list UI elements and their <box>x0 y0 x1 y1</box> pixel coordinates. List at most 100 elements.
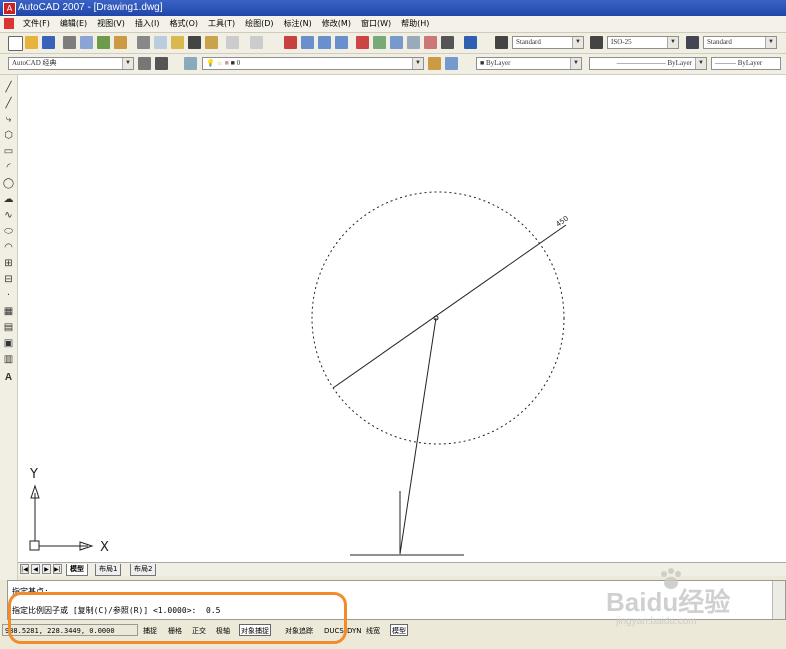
color-select[interactable]: ■ ByLayer ▼ <box>476 57 582 70</box>
zoom-previous-icon[interactable] <box>335 36 348 49</box>
tool-palettes-icon[interactable] <box>390 36 403 49</box>
status-toggle[interactable]: 线宽 <box>364 624 382 636</box>
menu-tools[interactable]: 工具(T) <box>203 18 240 30</box>
menu-file[interactable]: 文件(F) <box>18 18 55 30</box>
status-toggle[interactable]: 栅格 <box>166 624 184 636</box>
copy-icon[interactable] <box>154 36 167 49</box>
open-icon[interactable] <box>25 36 38 49</box>
menu-modify[interactable]: 修改(M) <box>317 18 356 30</box>
linetype-select[interactable]: ——————— ByLayer ▼ <box>589 57 707 70</box>
make-current-layer-icon[interactable] <box>428 57 441 70</box>
status-toggle[interactable]: 捕捉 <box>141 624 159 636</box>
ellipse-icon[interactable]: ⬭ <box>2 225 15 238</box>
point-icon[interactable]: · <box>2 289 15 302</box>
menu-draw[interactable]: 绘图(D) <box>240 18 278 30</box>
window-title: AutoCAD 2007 - [Drawing1.dwg] <box>18 2 163 13</box>
insert-block-icon[interactable]: ⊞ <box>2 257 15 270</box>
workspace-select[interactable]: AutoCAD 经典 ▼ <box>8 57 134 70</box>
design-center-icon[interactable] <box>373 36 386 49</box>
undo-icon[interactable] <box>226 36 239 49</box>
print-icon[interactable] <box>63 36 76 49</box>
dim-style-select[interactable]: ISO-25 ▼ <box>607 36 679 49</box>
paste-icon[interactable] <box>171 36 184 49</box>
my-workspace-icon[interactable] <box>155 57 168 70</box>
cut-icon[interactable] <box>137 36 150 49</box>
command-scrollbar[interactable] <box>772 581 785 619</box>
arc-icon[interactable]: ◜ <box>2 161 15 174</box>
redo-icon[interactable] <box>250 36 263 49</box>
menu-edit[interactable]: 编辑(E) <box>55 18 92 30</box>
block-editor-icon[interactable] <box>205 36 218 49</box>
status-toggle[interactable]: 模型 <box>390 624 408 636</box>
region-icon[interactable]: ▣ <box>2 337 15 350</box>
menu-insert[interactable]: 插入(I) <box>130 18 165 30</box>
status-toggle[interactable]: 极轴 <box>214 624 232 636</box>
previous-tab-icon[interactable]: ◀ <box>31 564 40 574</box>
make-block-icon[interactable]: ⊟ <box>2 273 15 286</box>
first-tab-icon[interactable]: |◀ <box>20 564 29 574</box>
lineweight-select[interactable]: ——— ByLayer <box>711 57 781 70</box>
pan-icon[interactable] <box>284 36 297 49</box>
multiline-text-icon[interactable]: A <box>2 371 15 384</box>
status-toggle[interactable]: 对象追踪 <box>283 624 315 636</box>
line-icon[interactable]: ╱ <box>2 81 15 94</box>
help-icon[interactable] <box>464 36 477 49</box>
polygon-icon[interactable]: ⬡ <box>2 129 15 142</box>
chevron-down-icon: ▼ <box>122 58 133 69</box>
leader-line[interactable] <box>399 317 437 555</box>
table-style-select[interactable]: Standard ▼ <box>703 36 777 49</box>
workspace-settings-icon[interactable] <box>138 57 151 70</box>
status-toggle[interactable]: 对象捕捉 <box>239 624 271 636</box>
ellipse-arc-icon[interactable]: ◠ <box>2 241 15 254</box>
publish-icon[interactable] <box>97 36 110 49</box>
layer-properties-icon[interactable] <box>184 57 197 70</box>
linetype-preview: ——————— <box>616 59 668 67</box>
layer-previous-icon[interactable] <box>445 57 458 70</box>
tab-model[interactable]: 模型 <box>66 564 88 576</box>
gradient-icon[interactable]: ▤ <box>2 321 15 334</box>
last-tab-icon[interactable]: ▶| <box>53 564 62 574</box>
menu-format[interactable]: 格式(O) <box>164 18 203 30</box>
revision-cloud-icon[interactable]: ☁ <box>2 193 15 206</box>
hatch-icon[interactable]: ▦ <box>2 305 15 318</box>
next-tab-icon[interactable]: ▶ <box>42 564 51 574</box>
3d-dwf-icon[interactable] <box>114 36 127 49</box>
zoom-window-icon[interactable] <box>318 36 331 49</box>
status-toggle[interactable]: DYN <box>345 624 364 636</box>
drawing-canvas[interactable]: 450 Y X <box>18 75 786 562</box>
menu-window[interactable]: 窗口(W) <box>356 18 396 30</box>
menu-help[interactable]: 帮助(H) <box>396 18 434 30</box>
tab-layout1[interactable]: 布局1 <box>95 564 122 576</box>
menu-dimension[interactable]: 标注(N) <box>279 18 317 30</box>
command-prompt-line[interactable]: 指定比例因子或 [复制(C)/参照(R)] <1.0000>: 0.5 <box>12 605 220 616</box>
tab-layout2[interactable]: 布局2 <box>130 564 157 576</box>
save-icon[interactable] <box>42 36 55 49</box>
polyline-icon[interactable]: ⤷ <box>2 113 15 126</box>
print-preview-icon[interactable] <box>80 36 93 49</box>
match-properties-icon[interactable] <box>188 36 201 49</box>
table-style-icon <box>686 36 699 49</box>
sheet-set-icon[interactable] <box>407 36 420 49</box>
document-icon[interactable] <box>4 18 14 29</box>
dimension-line[interactable] <box>332 224 567 389</box>
text-style-select[interactable]: Standard ▼ <box>512 36 584 49</box>
ucs-y-label: Y <box>29 467 38 482</box>
coordinates-display[interactable]: 988.5281, 228.3449, 0.0000 <box>2 624 138 636</box>
new-icon[interactable] <box>8 36 23 51</box>
status-toggle[interactable]: 正交 <box>190 624 208 636</box>
command-window[interactable]: 指定基点: 指定比例因子或 [复制(C)/参照(R)] <1.0000>: 0.… <box>7 580 786 620</box>
menu-view[interactable]: 视图(V) <box>92 18 130 30</box>
properties-icon[interactable] <box>356 36 369 49</box>
circle-icon[interactable]: ◯ <box>2 177 15 190</box>
spline-icon[interactable]: ∿ <box>2 209 15 222</box>
quickcalc-icon[interactable] <box>441 36 454 49</box>
drawing-svg: 450 Y X <box>29 191 570 556</box>
table-icon[interactable]: ▥ <box>2 353 15 366</box>
rectangle-icon[interactable]: ▭ <box>2 145 15 158</box>
layer-select[interactable]: 💡 ☼ ■ ■ 0 ▼ <box>202 57 424 70</box>
markup-icon[interactable] <box>424 36 437 49</box>
construction-line-icon[interactable]: ╱ <box>2 97 15 110</box>
light-bulb-icon: 💡 <box>206 59 215 67</box>
zoom-realtime-icon[interactable] <box>301 36 314 49</box>
status-toggle[interactable]: DUCS <box>322 624 346 636</box>
